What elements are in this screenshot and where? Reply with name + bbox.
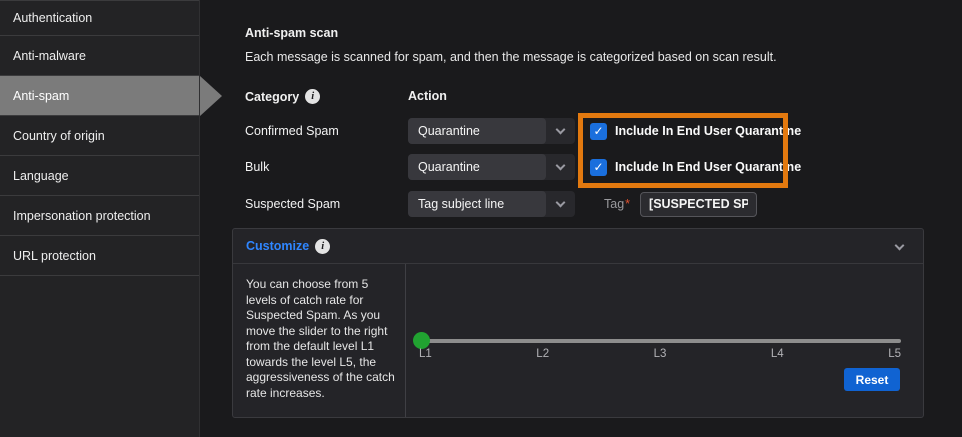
sidebar-item-label: Impersonation protection	[13, 209, 151, 223]
sidebar-item-label: Anti-malware	[13, 49, 86, 63]
required-asterisk: *	[625, 197, 630, 211]
sidebar-item-impersonation-protection[interactable]: Impersonation protection	[0, 196, 199, 236]
reset-button[interactable]: Reset	[844, 368, 900, 391]
sidebar-item-anti-malware[interactable]: Anti-malware	[0, 36, 199, 76]
customize-panel-header[interactable]: Customize i	[233, 229, 923, 264]
sidebar-item-authentication[interactable]: Authentication	[0, 0, 199, 36]
sidebar-item-country-of-origin[interactable]: Country of origin	[0, 116, 199, 156]
catch-rate-slider-track[interactable]	[419, 339, 901, 343]
sidebar-item-label: Country of origin	[13, 129, 105, 143]
category-row-confirmed-spam: Confirmed Spam Quarantine ✓ Include In E…	[245, 118, 801, 144]
confirmed-spam-quarantine-checkbox[interactable]: ✓	[590, 123, 607, 140]
chevron-down-icon	[556, 125, 566, 135]
collapse-chevron-icon[interactable]	[895, 241, 905, 251]
catch-rate-slider-handle[interactable]	[413, 332, 430, 349]
chevron-down-icon	[556, 198, 566, 208]
category-name: Bulk	[245, 160, 408, 174]
sidebar-item-anti-spam[interactable]: Anti-spam	[0, 76, 199, 116]
checkmark-icon: ✓	[593, 124, 603, 138]
category-info-icon[interactable]: i	[305, 89, 320, 104]
customize-title: Customize	[246, 239, 309, 253]
selected-action-value: Quarantine	[408, 118, 546, 144]
tag-input[interactable]	[640, 192, 757, 217]
catch-rate-description: You can choose from 5 levels of catch ra…	[233, 264, 406, 417]
checkmark-icon: ✓	[593, 160, 603, 174]
anti-spam-settings-page: Authentication Anti-malware Anti-spam Co…	[0, 0, 962, 437]
settings-sidebar: Authentication Anti-malware Anti-spam Co…	[0, 0, 200, 437]
page-title: Anti-spam scan	[245, 26, 338, 40]
action-column-label: Action	[408, 89, 447, 103]
category-column-header: Category i	[245, 89, 320, 104]
customize-info-icon[interactable]: i	[315, 239, 330, 254]
customize-panel: Customize i You can choose from 5 levels…	[232, 228, 924, 418]
sidebar-item-label: Anti-spam	[13, 89, 69, 103]
selected-action-value: Tag subject line	[408, 191, 546, 217]
suspected-spam-action-select[interactable]: Tag subject line	[408, 191, 575, 217]
slider-label-l5: L5	[888, 348, 901, 360]
sidebar-item-label: Language	[13, 169, 69, 183]
slider-level-labels: L1 L2 L3 L4 L5	[419, 348, 901, 360]
slider-label-l4: L4	[771, 348, 784, 360]
bulk-quarantine-checkbox[interactable]: ✓	[590, 159, 607, 176]
checkbox-label: Include In End User Quarantine	[615, 124, 801, 138]
sidebar-item-url-protection[interactable]: URL protection	[0, 236, 199, 276]
category-row-bulk: Bulk Quarantine ✓ Include In End User Qu…	[245, 154, 801, 180]
bulk-action-select[interactable]: Quarantine	[408, 154, 575, 180]
confirmed-spam-action-select[interactable]: Quarantine	[408, 118, 575, 144]
sidebar-item-language[interactable]: Language	[0, 156, 199, 196]
page-description: Each message is scanned for spam, and th…	[245, 50, 777, 64]
action-column-header: Action	[408, 89, 447, 103]
category-column-label: Category	[245, 90, 299, 104]
sidebar-item-label: URL protection	[13, 249, 96, 263]
slider-label-l2: L2	[536, 348, 549, 360]
category-name: Confirmed Spam	[245, 124, 408, 138]
category-row-suspected-spam: Suspected Spam Tag subject line Tag*	[245, 191, 757, 217]
sidebar-item-label: Authentication	[13, 11, 92, 25]
selected-action-value: Quarantine	[408, 154, 546, 180]
checkbox-label: Include In End User Quarantine	[615, 160, 801, 174]
slider-label-l3: L3	[654, 348, 667, 360]
chevron-down-icon	[556, 161, 566, 171]
category-name: Suspected Spam	[245, 197, 408, 211]
tag-field-label: Tag*	[604, 197, 630, 211]
slider-label-l1: L1	[419, 348, 432, 360]
